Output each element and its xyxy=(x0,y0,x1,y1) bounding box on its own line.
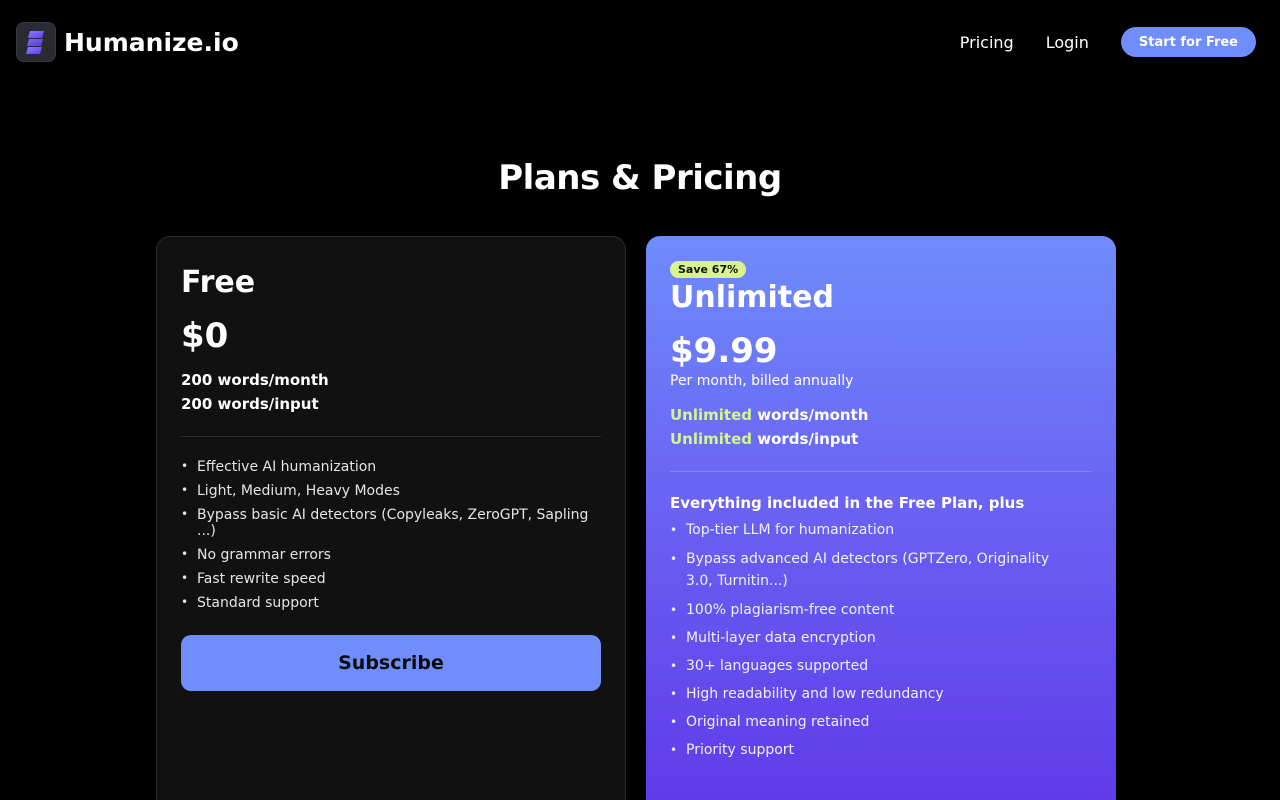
plan-limits: Unlimited words/month Unlimited words/in… xyxy=(670,403,1092,451)
list-item: Original meaning retained xyxy=(670,712,1092,732)
brand-name: Humanize.io xyxy=(64,27,239,57)
list-item: No grammar errors xyxy=(181,547,601,563)
list-item: 30+ languages supported xyxy=(670,656,1092,676)
save-badge: Save 67% xyxy=(670,261,747,278)
plan-price: $0 xyxy=(181,316,229,356)
divider xyxy=(670,471,1092,472)
limit-highlight: Unlimited xyxy=(670,406,752,424)
list-item: Priority support xyxy=(670,740,1092,760)
limit-text: words/input xyxy=(757,430,859,448)
subscribe-button[interactable]: Subscribe xyxy=(181,635,601,691)
feature-list: Effective AI humanization Light, Medium,… xyxy=(181,459,601,611)
list-item: Bypass advanced AI detectors (GPTZero, O… xyxy=(670,548,1070,592)
list-item: Effective AI humanization xyxy=(181,459,601,475)
billing-note: Per month, billed annually xyxy=(670,373,854,389)
list-item: 100% plagiarism-free content xyxy=(670,600,1092,620)
plan-limits: 200 words/month 200 words/input xyxy=(181,368,601,416)
feature-list: Top-tier LLM for humanization Bypass adv… xyxy=(670,520,1092,760)
brand-logo-icon xyxy=(16,22,56,62)
nav-link-login[interactable]: Login xyxy=(1046,33,1089,52)
list-item: Fast rewrite speed xyxy=(181,571,601,587)
limit-text: words/month xyxy=(757,406,869,424)
list-item: Light, Medium, Heavy Modes xyxy=(181,483,601,499)
top-nav: Humanize.io Pricing Login Start for Free xyxy=(0,0,1280,84)
plan-name: Free xyxy=(181,265,256,300)
brand-logo-link[interactable]: Humanize.io xyxy=(16,22,239,62)
nav-links: Pricing Login Start for Free xyxy=(960,27,1256,57)
limit-words-input: Unlimited words/input xyxy=(670,427,1092,451)
features-heading: Everything included in the Free Plan, pl… xyxy=(670,494,1025,512)
list-item: High readability and low redundancy xyxy=(670,684,1092,704)
page-title: Plans & Pricing xyxy=(498,158,782,198)
limit-words-input: 200 words/input xyxy=(181,395,319,413)
list-item: Bypass basic AI detectors (Copyleaks, Ze… xyxy=(181,507,601,539)
limit-words-month: Unlimited words/month xyxy=(670,403,1092,427)
divider xyxy=(181,436,601,437)
plan-card-unlimited: Save 67% Unlimited $9.99 Per month, bill… xyxy=(646,236,1116,800)
limit-words-month: 200 words/month xyxy=(181,371,329,389)
limit-highlight: Unlimited xyxy=(670,430,752,448)
plan-card-free: Free $0 200 words/month 200 words/input … xyxy=(156,236,626,800)
plan-price: $9.99 xyxy=(670,331,778,371)
list-item: Multi-layer data encryption xyxy=(670,628,1092,648)
list-item: Standard support xyxy=(181,595,601,611)
plan-name: Unlimited xyxy=(670,280,834,315)
nav-link-pricing[interactable]: Pricing xyxy=(960,33,1014,52)
start-for-free-button[interactable]: Start for Free xyxy=(1120,27,1256,57)
list-item: Top-tier LLM for humanization xyxy=(670,520,1092,540)
